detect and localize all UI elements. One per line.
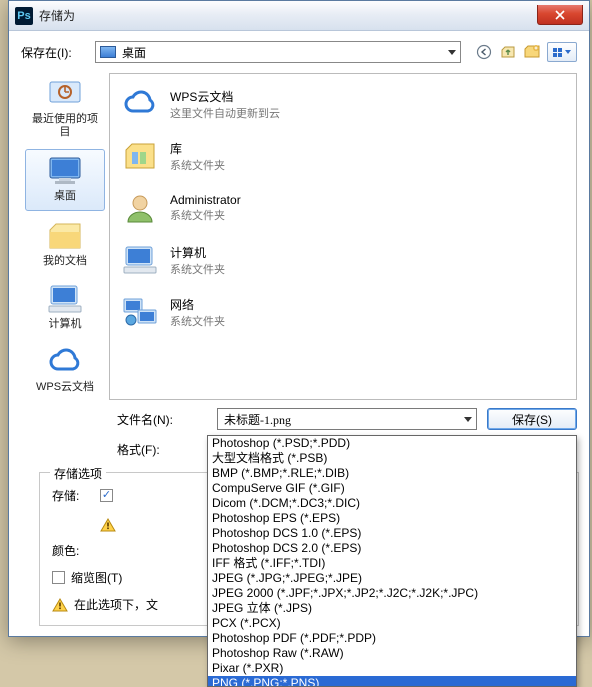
thumbnail-checkbox[interactable] <box>52 571 65 584</box>
sidebar-item-recent[interactable]: 最近使用的项目 <box>25 73 105 145</box>
location-value: 桌面 <box>122 44 146 61</box>
sidebar-item-desktop[interactable]: 桌面 <box>25 149 105 210</box>
cloud-icon <box>120 86 160 122</box>
list-item[interactable]: Administrator系统文件夹 <box>116 182 570 234</box>
desktop-icon <box>100 46 116 58</box>
app-icon: Ps <box>15 7 33 25</box>
format-option[interactable]: PCX (*.PCX) <box>208 616 576 631</box>
filename-input[interactable]: 未标题-1.png <box>217 408 477 430</box>
new-folder-button[interactable] <box>523 43 541 61</box>
format-option[interactable]: JPEG (*.JPG;*.JPEG;*.JPE) <box>208 571 576 586</box>
filename-label: 文件名(N): <box>117 411 207 428</box>
list-item[interactable]: 库系统文件夹 <box>116 130 570 182</box>
view-menu-button[interactable] <box>547 42 577 62</box>
format-label: 格式(F): <box>117 441 207 458</box>
location-combobox[interactable]: 桌面 <box>95 41 461 63</box>
store-label: 存储: <box>52 487 92 504</box>
color-label: 颜色: <box>52 542 92 559</box>
save-in-label: 保存在(I): <box>21 44 89 61</box>
save-as-dialog: Ps 存储为 保存在(I): 桌面 <box>8 0 590 637</box>
format-option[interactable]: 大型文档格式 (*.PSB) <box>208 451 576 466</box>
format-option[interactable]: Photoshop (*.PSD;*.PDD) <box>208 436 576 451</box>
format-option[interactable]: CompuServe GIF (*.GIF) <box>208 481 576 496</box>
options-legend: 存储选项 <box>50 465 106 482</box>
close-button[interactable] <box>537 5 583 25</box>
format-option[interactable]: IFF 格式 (*.IFF;*.TDI) <box>208 556 576 571</box>
warning-icon <box>52 598 68 612</box>
format-option[interactable]: Pixar (*.PXR) <box>208 661 576 676</box>
list-item[interactable]: WPS云文档这里文件自动更新到云 <box>116 78 570 130</box>
format-option[interactable]: JPEG 2000 (*.JPF;*.JPX;*.JP2;*.J2C;*.J2K… <box>208 586 576 601</box>
places-sidebar: 最近使用的项目 桌面 我的文档 计算机 WPS云文档 <box>21 73 109 400</box>
thumbnail-label: 缩览图(T) <box>71 569 122 586</box>
store-checkbox[interactable] <box>100 489 113 502</box>
list-item[interactable]: 计算机系统文件夹 <box>116 234 570 286</box>
chevron-down-icon <box>464 417 472 422</box>
format-option[interactable]: JPEG 立体 (*.JPS) <box>208 601 576 616</box>
format-dropdown[interactable]: Photoshop (*.PSD;*.PDD)大型文档格式 (*.PSB)BMP… <box>207 435 577 687</box>
file-list[interactable]: WPS云文档这里文件自动更新到云 库系统文件夹 Administrator系统文… <box>109 73 577 400</box>
sidebar-item-wpscloud[interactable]: WPS云文档 <box>25 341 105 400</box>
user-icon <box>120 190 160 226</box>
computer-icon <box>120 242 160 278</box>
chevron-down-icon <box>565 50 571 54</box>
titlebar: Ps 存储为 <box>9 1 589 31</box>
sidebar-item-computer[interactable]: 计算机 <box>25 278 105 337</box>
format-option[interactable]: Photoshop PDF (*.PDF;*.PDP) <box>208 631 576 646</box>
chevron-down-icon <box>448 50 456 55</box>
format-option[interactable]: PNG (*.PNG;*.PNS) <box>208 676 576 687</box>
window-title: 存储为 <box>39 7 537 24</box>
save-button[interactable]: 保存(S) <box>487 408 577 430</box>
format-option[interactable]: Photoshop Raw (*.RAW) <box>208 646 576 661</box>
warning-icon <box>100 518 116 532</box>
list-item[interactable]: 网络系统文件夹 <box>116 286 570 338</box>
format-option[interactable]: BMP (*.BMP;*.RLE;*.DIB) <box>208 466 576 481</box>
network-icon <box>120 294 160 330</box>
sidebar-item-mydocs[interactable]: 我的文档 <box>25 215 105 274</box>
footer-warning-text: 在此选项下，文 <box>74 596 158 613</box>
back-button[interactable] <box>475 43 493 61</box>
format-option[interactable]: Dicom (*.DCM;*.DC3;*.DIC) <box>208 496 576 511</box>
library-icon <box>120 138 160 174</box>
format-option[interactable]: Photoshop EPS (*.EPS) <box>208 511 576 526</box>
format-option[interactable]: Photoshop DCS 2.0 (*.EPS) <box>208 541 576 556</box>
up-one-level-button[interactable] <box>499 43 517 61</box>
format-option[interactable]: Photoshop DCS 1.0 (*.EPS) <box>208 526 576 541</box>
